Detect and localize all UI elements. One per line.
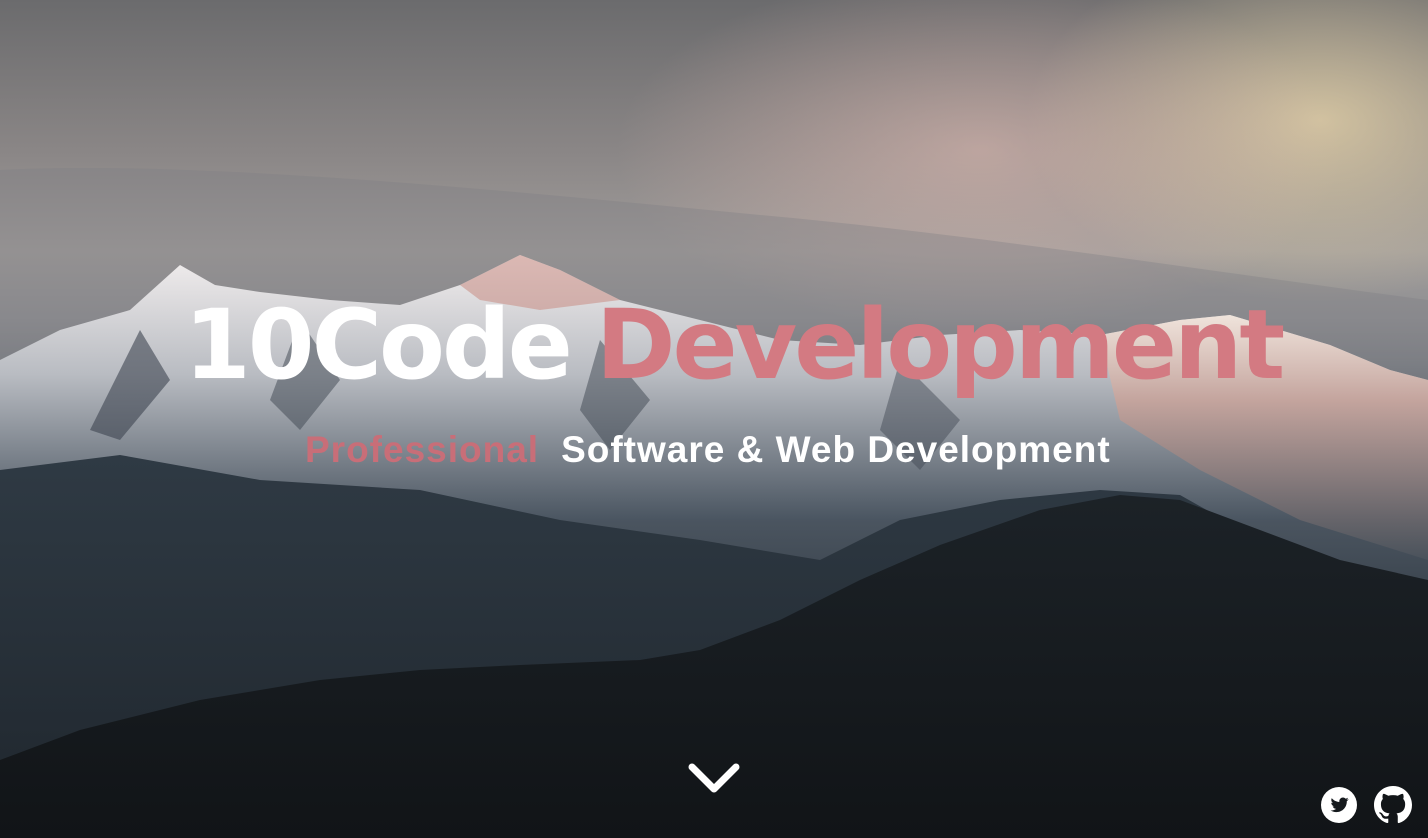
github-link[interactable] [1374, 786, 1412, 824]
twitter-icon [1321, 787, 1357, 823]
github-icon [1374, 786, 1412, 824]
hero-section: 10Code Development Professional Software &… [0, 0, 1428, 838]
scroll-down-button[interactable] [686, 758, 742, 798]
site-title-accent: Development [595, 289, 1285, 401]
site-title-brand: 10Code [184, 289, 573, 401]
site-tagline: Professional Software & Web Development [305, 428, 1111, 472]
mountain-background [0, 168, 1428, 838]
chevron-down-icon [688, 763, 740, 793]
tagline-text: Software & Web Development [561, 429, 1111, 470]
twitter-link[interactable] [1320, 786, 1358, 824]
tagline-accent: Professional [305, 429, 540, 470]
site-title: 10Code Development [184, 289, 1285, 401]
